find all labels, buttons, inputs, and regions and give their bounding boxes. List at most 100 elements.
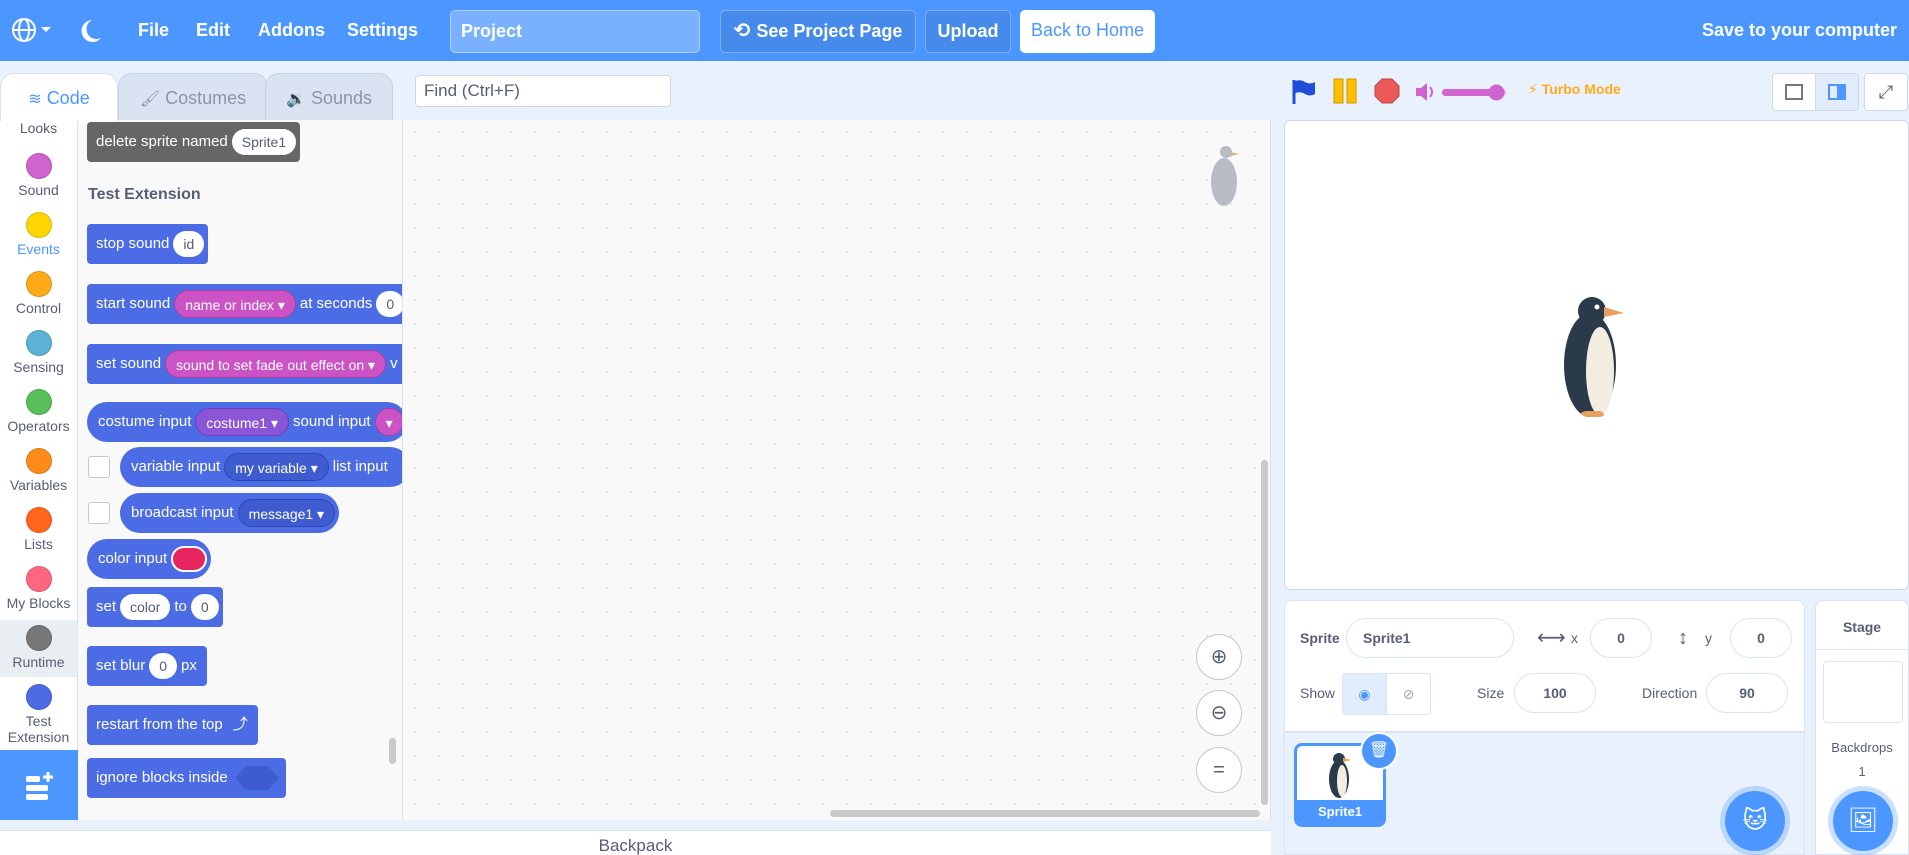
block-variable-input[interactable]: variable input my variable ▾ list input (120, 447, 402, 487)
block-dropdown-sound[interactable]: ▾ (374, 408, 402, 437)
menu-file[interactable]: File (138, 0, 169, 61)
see-project-page-button[interactable]: ⟲ See Project Page (720, 10, 916, 53)
category-looks[interactable]: Looks (0, 120, 77, 136)
menu-edit[interactable]: Edit (196, 0, 230, 61)
block-delete-sprite[interactable]: delete sprite named Sprite1 (87, 122, 301, 162)
block-input[interactable]: 0 (376, 291, 402, 318)
volume-knob[interactable] (1488, 84, 1505, 101)
tab-sounds[interactable]: 🔉 Sounds (265, 73, 393, 121)
sprite-name-input[interactable]: Sprite1 (1346, 618, 1514, 658)
zoom-in-button[interactable]: ⊕ (1196, 634, 1242, 680)
vertical-scrollbar[interactable] (1261, 460, 1268, 805)
category-events[interactable]: Events (0, 212, 77, 257)
x-input[interactable]: 0 (1590, 618, 1652, 658)
category-runtime[interactable]: Runtime (0, 620, 77, 677)
large-stage-button[interactable] (1815, 73, 1859, 111)
x-position-icon: ⟷ (1537, 627, 1566, 649)
pause-button[interactable] (1332, 78, 1358, 109)
category-operators[interactable]: Operators (0, 389, 77, 434)
small-stage-button[interactable] (1772, 73, 1816, 111)
tab-costumes[interactable]: 🖌 Costumes (118, 73, 268, 121)
block-set-sound[interactable]: set sound sound to set fade out effect on… (87, 344, 402, 384)
block-dropdown[interactable]: my variable ▾ (224, 453, 329, 482)
block-set-color[interactable]: set color to 0 (87, 587, 223, 627)
divider (1816, 649, 1908, 650)
category-dot (25, 330, 52, 356)
dropdown-label: sound to set fade out effect on (176, 357, 365, 374)
choose-sprite-button[interactable]: 🐱 (1725, 791, 1785, 851)
category-lists[interactable]: Lists (0, 507, 77, 552)
palette-scrollbar[interactable] (389, 738, 396, 764)
block-text: to (174, 598, 187, 615)
stage-canvas[interactable] (1284, 120, 1909, 590)
block-dropdown[interactable]: message1 ▾ (237, 499, 336, 528)
y-position-icon: ↕ (1678, 627, 1688, 649)
block-start-sound[interactable]: start sound name or index ▾ at seconds 0 (87, 284, 402, 324)
category-dot (25, 507, 52, 533)
script-area[interactable]: ⊕ ⊖ = (403, 120, 1271, 820)
block-broadcast-input[interactable]: broadcast input message1 ▾ (120, 493, 340, 533)
find-input[interactable]: Find (Ctrl+F) (415, 75, 671, 107)
show-hidden-button[interactable]: ⊘ (1386, 673, 1431, 715)
cat-add-icon: 🐱 (1742, 807, 1768, 834)
block-input[interactable]: Sprite1 (231, 129, 297, 156)
backdrop-thumbnail[interactable] (1823, 661, 1903, 723)
moon-icon (81, 20, 101, 42)
zoom-out-button[interactable]: ⊖ (1196, 690, 1242, 736)
block-input[interactable]: 0 (190, 594, 219, 621)
block-checkbox[interactable] (88, 456, 110, 478)
block-costume-input[interactable]: costume input costume1 ▾ sound input ▾ (87, 402, 402, 442)
zoom-reset-button[interactable]: = (1196, 747, 1242, 793)
menu-addons[interactable]: Addons (258, 0, 325, 61)
block-dropdown[interactable]: name or index ▾ (174, 290, 296, 319)
add-extension-icon (26, 772, 53, 800)
horizontal-scrollbar[interactable] (830, 810, 1260, 817)
save-to-computer-link[interactable]: Save to your computer (1702, 0, 1897, 61)
show-visible-button[interactable]: ◉ (1342, 673, 1387, 715)
category-dot (25, 389, 52, 415)
color-swatch[interactable] (171, 546, 208, 573)
block-input[interactable]: id (173, 231, 205, 258)
category-sensing[interactable]: Sensing (0, 330, 77, 375)
block-dropdown[interactable]: sound to set fade out effect on ▾ (165, 350, 387, 379)
back-to-home-button[interactable]: Back to Home (1020, 10, 1155, 53)
direction-input[interactable]: 90 (1706, 673, 1788, 713)
tab-code[interactable]: ≋ Code (0, 73, 118, 121)
category-control[interactable]: Control (0, 271, 77, 316)
block-restart[interactable]: restart from the top ⤴ (87, 705, 258, 745)
block-text: restart from the top (96, 716, 223, 733)
category-variables[interactable]: Variables (0, 448, 77, 493)
stop-button[interactable] (1374, 78, 1400, 109)
choose-backdrop-button[interactable]: 🖼 (1833, 791, 1893, 851)
category-test-extension[interactable]: Test Extension (0, 684, 77, 745)
theme-toggle[interactable] (80, 18, 104, 44)
project-title-input[interactable]: Project (450, 10, 700, 53)
backpack[interactable]: Backpack (0, 830, 1271, 855)
y-input[interactable]: 0 (1730, 618, 1792, 658)
block-set-blur[interactable]: set blur 0 px (87, 646, 207, 686)
block-color-input[interactable]: color input (87, 539, 212, 579)
delete-sprite-button[interactable]: 🗑 (1360, 732, 1398, 770)
block-ignore-blocks[interactable]: ignore blocks inside (87, 758, 286, 798)
block-dropdown[interactable]: costume1 ▾ (195, 408, 290, 437)
category-label: Sound (18, 182, 59, 198)
category-sound[interactable]: Sound (0, 153, 77, 198)
language-menu[interactable] (10, 16, 54, 44)
category-dot (25, 153, 52, 179)
fullscreen-button[interactable]: ⤢ (1864, 73, 1908, 111)
block-stop-sound[interactable]: stop sound id (87, 224, 209, 264)
add-extension-button[interactable] (0, 750, 78, 820)
block-input[interactable]: color (120, 594, 171, 621)
green-flag-button[interactable] (1290, 78, 1316, 109)
stage-selector-panel[interactable]: Stage Backdrops 1 🖼 (1815, 600, 1909, 855)
category-dot (25, 684, 52, 710)
menu-settings[interactable]: Settings (347, 0, 418, 61)
block-input[interactable]: 0 (149, 653, 177, 680)
upload-button[interactable]: Upload (925, 10, 1011, 53)
size-input[interactable]: 100 (1514, 673, 1596, 713)
category-label: Control (15, 300, 62, 316)
category-my-blocks[interactable]: My Blocks (0, 566, 77, 611)
turbo-mode-indicator: ⚡ Turbo Mode (1528, 81, 1621, 98)
block-checkbox[interactable] (88, 502, 110, 524)
volume-control[interactable] (1414, 81, 1514, 108)
